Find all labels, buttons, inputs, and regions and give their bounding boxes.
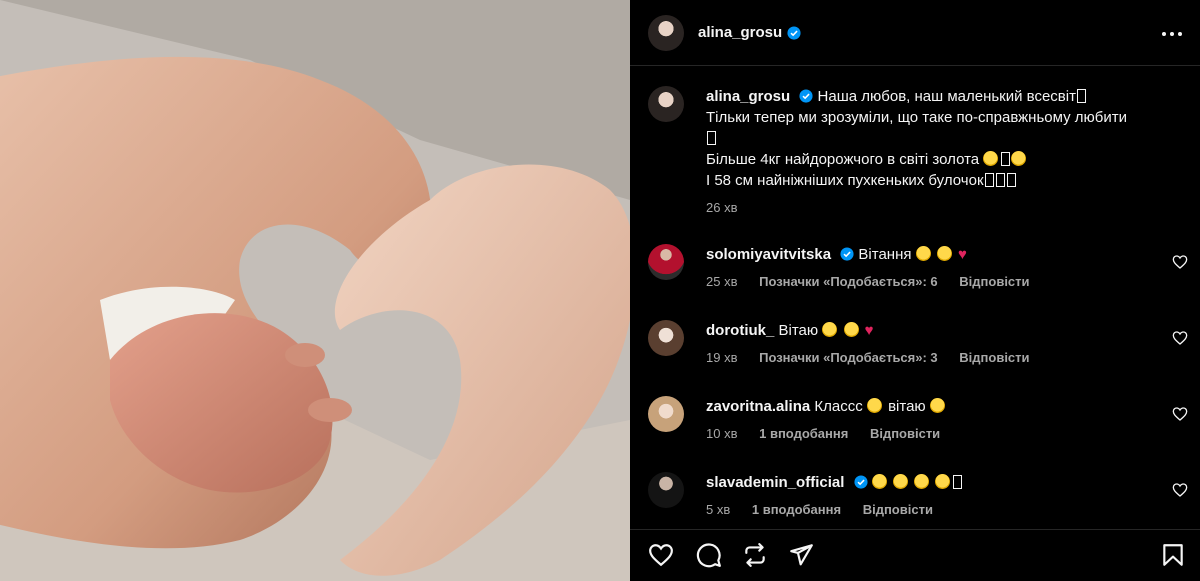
- comment-like-heart-icon[interactable]: [1172, 406, 1188, 422]
- red-heart-emoji-icon: ♥: [864, 322, 874, 339]
- post-caption: alina_grosu Наша любов, наш маленький вс…: [648, 86, 1182, 218]
- commenter-avatar[interactable]: [648, 396, 684, 432]
- comment-username[interactable]: dorotiuk_: [706, 322, 774, 339]
- reply-button[interactable]: Відповісти: [959, 350, 1029, 365]
- caption-line-1: Наша любов, наш маленький всесвіт: [817, 88, 1076, 105]
- verified-badge-icon: [840, 247, 854, 261]
- comment-text: Классс: [814, 398, 863, 415]
- grin-emoji-icon: [983, 151, 999, 166]
- caption-line-3: Більше 4кг найдорожчого в світі золота: [706, 151, 980, 168]
- comment-likes[interactable]: Позначки «Подобається»: 3: [759, 350, 938, 365]
- comment-item: dorotiuk_ Вітаю ♥ 19 хв Позначки «Подоба…: [648, 320, 1198, 368]
- comment-item: solomiyavitvitska Вітання ♥ 25 хв Познач…: [648, 244, 1198, 292]
- red-heart-emoji-icon: ♥: [958, 246, 967, 263]
- caption-line-2: Тільки тепер ми зрозуміли, що таке по-сп…: [706, 109, 1127, 126]
- comment-username[interactable]: zavoritna.alina: [706, 398, 810, 415]
- comment-time[interactable]: 19 хв: [706, 350, 737, 365]
- comment-like-heart-icon[interactable]: [1172, 482, 1188, 498]
- comment-likes[interactable]: 1 вподобання: [752, 502, 841, 517]
- comment-like-heart-icon[interactable]: [1172, 254, 1188, 270]
- caption-line-4: І 58 см найніжніших пухкеньких булочок: [706, 172, 984, 189]
- face-emoji-icon: [822, 322, 838, 337]
- comment-text: Вітання: [858, 246, 912, 263]
- comment-likes[interactable]: Позначки «Подобається»: 6: [759, 274, 938, 289]
- heart-eyes-emoji-icon: [929, 398, 945, 413]
- comment-time[interactable]: 25 хв: [706, 274, 737, 289]
- comment-icon[interactable]: [696, 542, 722, 568]
- post-header: alina_grosu: [630, 0, 1200, 66]
- smiling-hearts-emoji-icon: [914, 474, 930, 489]
- comment-username[interactable]: slavademin_official: [706, 474, 844, 491]
- reply-button[interactable]: Відповісти: [863, 502, 933, 517]
- verified-badge-icon: [787, 25, 801, 40]
- smiling-hearts-emoji-icon: [871, 474, 887, 489]
- comment-time[interactable]: 5 хв: [706, 502, 730, 517]
- post-photo: [0, 0, 630, 581]
- heart-eyes-emoji-icon: [866, 398, 882, 413]
- commenter-avatar[interactable]: [648, 244, 684, 280]
- bookmark-icon[interactable]: [1160, 542, 1186, 568]
- comment-item: zavoritna.alina Классс вітаю 10 хв 1 впо…: [648, 396, 1198, 444]
- author-avatar[interactable]: [648, 14, 684, 51]
- comment-time[interactable]: 10 хв: [706, 426, 737, 441]
- repost-icon[interactable]: [742, 542, 768, 568]
- comment-item: slavademin_official 5 хв 1 вподобання Ві…: [648, 472, 1198, 520]
- post-side-panel: alina_grosu alina_grosu Наша любов, наш …: [630, 0, 1200, 581]
- verified-badge-icon: [854, 475, 868, 489]
- face-emoji-icon: [843, 322, 859, 337]
- caption-username[interactable]: alina_grosu: [706, 88, 790, 105]
- reply-button[interactable]: Відповісти: [870, 426, 940, 441]
- author-username[interactable]: alina_grosu: [698, 24, 782, 41]
- smiling-hearts-emoji-icon: [892, 474, 908, 489]
- commenter-avatar[interactable]: [648, 472, 684, 508]
- comment-likes[interactable]: 1 вподобання: [759, 426, 848, 441]
- comment-text-2: вітаю: [888, 398, 926, 415]
- raised-hands-emoji-icon: [936, 246, 952, 261]
- caption-avatar[interactable]: [648, 86, 684, 122]
- commenter-avatar[interactable]: [648, 320, 684, 356]
- smiling-hearts-emoji-icon: [935, 474, 951, 489]
- heart-eyes-emoji-icon: [915, 246, 931, 261]
- comment-text: Вітаю: [778, 322, 819, 339]
- verified-badge-icon: [799, 89, 813, 103]
- share-icon[interactable]: [788, 542, 814, 568]
- heart-icon[interactable]: [648, 542, 674, 568]
- reply-button[interactable]: Відповісти: [959, 274, 1029, 289]
- smile-emoji-icon: [1011, 151, 1027, 166]
- more-icon[interactable]: [1160, 22, 1184, 46]
- caption-time[interactable]: 26 хв: [706, 200, 737, 215]
- comment-like-heart-icon[interactable]: [1172, 330, 1188, 346]
- post-action-bar: [630, 529, 1200, 581]
- hands-heart-image: [0, 0, 630, 581]
- comment-username[interactable]: solomiyavitvitska: [706, 246, 831, 263]
